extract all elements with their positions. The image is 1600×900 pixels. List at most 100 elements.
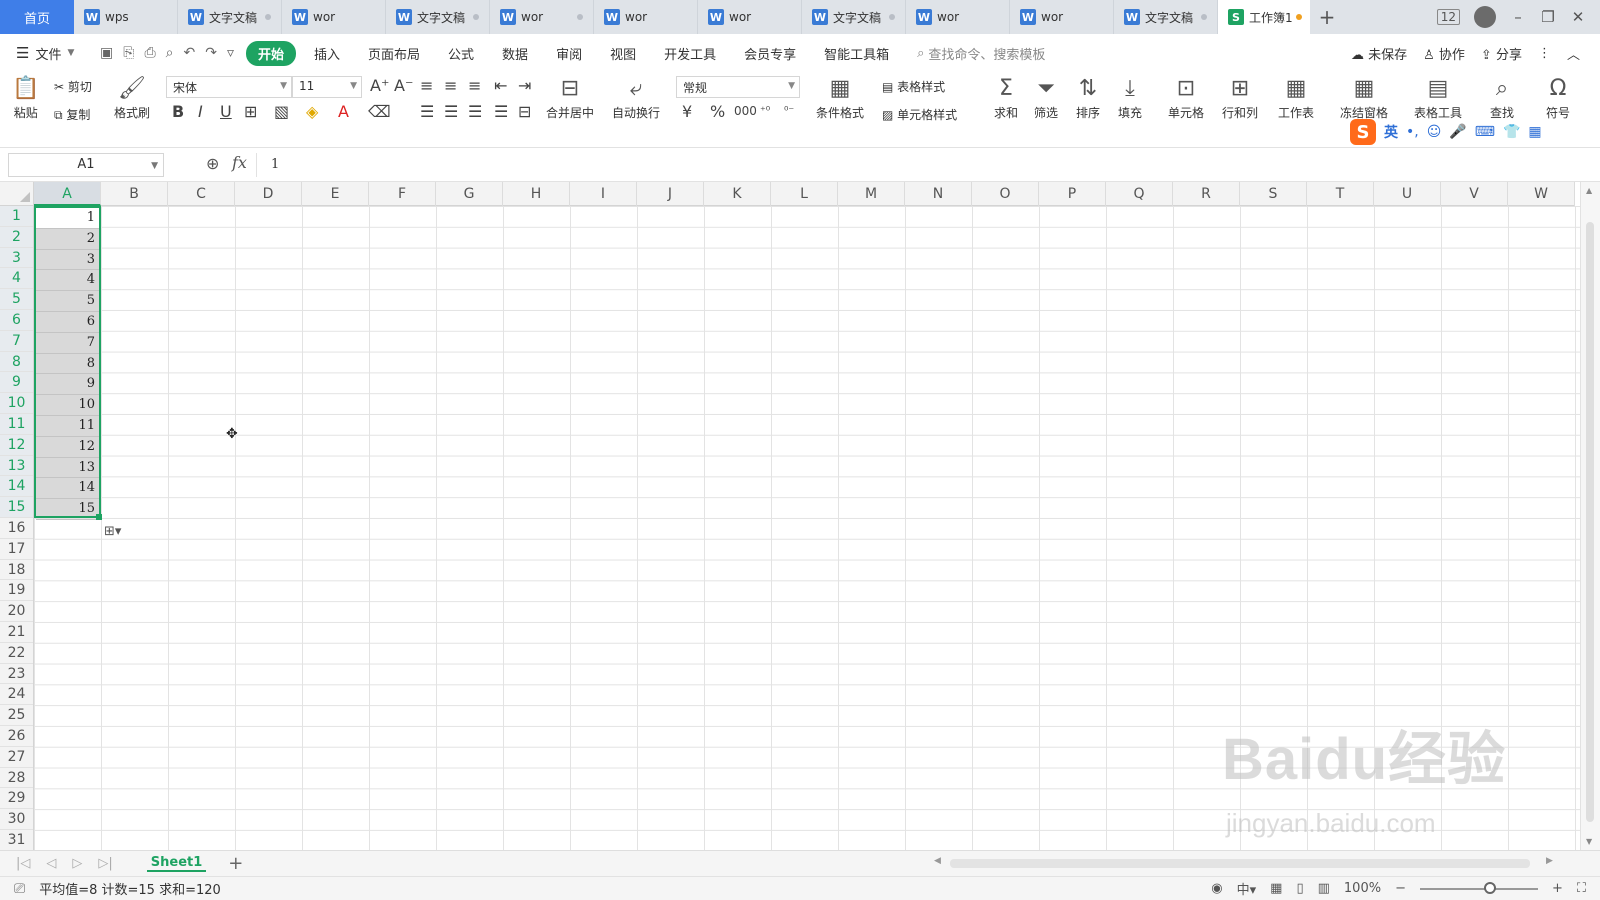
cell[interactable]: 12 [36,437,99,458]
cell[interactable]: 9 [36,374,99,396]
row-header[interactable]: 6 [0,309,33,331]
doc-tab[interactable]: Wwor [282,0,386,34]
align-right-icon[interactable]: ☰ [468,102,482,121]
formula-input[interactable]: 1 [256,153,1596,177]
row-header[interactable]: 19 [0,580,33,602]
normal-view-icon[interactable]: ▦ [1270,881,1282,896]
wrap-text-button[interactable]: ⤶ 自动换行 [612,74,660,121]
highlight-color-icon[interactable]: ◈ [306,102,318,121]
column-header[interactable]: J [637,182,704,206]
column-header[interactable]: H [503,182,570,206]
tab-developer[interactable]: 开发工具 [650,44,730,63]
cell[interactable]: 3 [36,250,99,271]
tab-smart-toolbox[interactable]: 智能工具箱 [810,44,903,63]
cell-fill-icon[interactable]: ▧ [274,102,289,121]
vertical-scrollbar[interactable]: ▲ ▼ [1580,182,1600,850]
doc-tab[interactable]: W 文字文稿 [178,0,282,34]
tab-count-badge[interactable]: 12 [1436,9,1460,25]
tab-view[interactable]: 视图 [596,44,650,63]
decrease-indent-icon[interactable]: ⇤ [494,76,507,95]
row-header[interactable]: 31 [0,830,33,850]
tab-data[interactable]: 数据 [488,44,542,63]
emoji-icon[interactable]: ☺ [1427,124,1442,140]
row-header[interactable]: 26 [0,726,33,747]
cell[interactable]: 4 [36,270,99,292]
cell[interactable]: 5 [36,291,99,312]
selected-range-a1-a15[interactable]: 1 2 3 4 5 6 7 8 9 10 11 12 13 14 15 [34,206,101,520]
column-header[interactable]: O [972,182,1039,206]
font-size-select[interactable]: 11 ▼ [292,76,362,98]
worksheet-button[interactable]: ▦ 工作表 [1278,74,1314,121]
row-header[interactable]: 8 [0,351,33,373]
cell[interactable]: 14 [36,478,99,500]
percent-icon[interactable]: % [710,102,725,121]
column-header[interactable]: M [838,182,905,206]
filter-button[interactable]: ⏷ 筛选 [1034,74,1058,121]
export-icon[interactable]: ⎘ [123,45,134,61]
border-icon[interactable]: ⊞ [244,102,257,121]
row-col-button[interactable]: ⊞ 行和列 [1222,74,1258,121]
align-middle-icon[interactable]: ≡ [444,76,457,95]
zoom-out-icon[interactable]: − [1395,881,1406,896]
cell[interactable]: 10 [36,395,99,416]
font-color-icon[interactable]: A [338,102,349,121]
conditional-format-button[interactable]: ▦ 条件格式 [816,74,864,121]
row-header[interactable]: 25 [0,705,33,726]
column-header[interactable]: C [168,182,235,206]
restore-icon[interactable]: ❐ [1540,8,1556,26]
doc-tab[interactable]: Wwor [698,0,802,34]
save-icon[interactable]: ▣ [100,45,113,61]
column-header[interactable]: B [101,182,168,206]
tab-active-workbook[interactable]: S 工作簿1 [1218,0,1310,34]
justify-icon[interactable]: ☰ [494,102,508,121]
row-header[interactable]: 9 [0,372,33,394]
decrease-font-icon[interactable]: A⁻ [394,76,413,95]
avatar[interactable] [1474,6,1496,28]
doc-tab[interactable]: Wwor [490,0,594,34]
copy-button[interactable]: ⧉ 复制 [54,106,90,123]
row-header[interactable]: 12 [0,434,33,456]
column-header[interactable]: K [704,182,771,206]
tab-review[interactable]: 审阅 [542,44,596,63]
page-break-view-icon[interactable]: ▥ [1318,881,1330,896]
italic-icon[interactable]: I [198,102,203,121]
tab-home-start[interactable]: 开始 [245,40,296,66]
align-center-icon[interactable]: ☰ [444,102,458,121]
scroll-left-icon[interactable]: ◀ [934,856,941,866]
cell[interactable]: 1 [36,208,99,229]
share-button[interactable]: ⇪ 分享 [1481,44,1522,63]
row-header[interactable]: 22 [0,643,33,664]
row-header[interactable]: 29 [0,788,33,810]
table-style-button[interactable]: ▤ 表格样式 [882,78,945,95]
fx-icon[interactable]: fx [232,153,247,172]
sort-button[interactable]: ⇅ 排序 [1076,74,1100,121]
format-painter-button[interactable]: 🖌 格式刷 [114,74,150,121]
doc-tab[interactable]: Wwor [1010,0,1114,34]
zoom-level[interactable]: 100% [1344,881,1381,896]
eye-protection-icon[interactable]: ◉ [1211,881,1222,896]
cell[interactable]: 13 [36,458,99,479]
print-preview-icon[interactable]: ⌕ [166,45,174,61]
distribute-icon[interactable]: ⊟ [518,102,531,121]
tab-page-layout[interactable]: 页面布局 [354,44,434,63]
undo-icon[interactable]: ↶ [183,45,195,61]
doc-tab[interactable]: W 文字文稿 [802,0,906,34]
cell-style-button[interactable]: ▨ 单元格样式 [882,106,957,123]
cell[interactable]: 11 [36,416,99,437]
ime-language[interactable]: 英 [1384,122,1398,142]
merge-center-button[interactable]: ⊟ 合并居中 [546,74,594,121]
column-header[interactable]: U [1374,182,1441,206]
redo-icon[interactable]: ↷ [205,45,217,61]
column-header[interactable]: S [1240,182,1307,206]
row-header[interactable]: 10 [0,393,33,414]
select-all-corner[interactable] [0,182,34,206]
column-header[interactable]: Q [1106,182,1173,206]
keyboard-icon[interactable]: ⌨ [1475,124,1495,140]
column-header[interactable]: N [905,182,972,206]
close-icon[interactable]: ✕ [1570,8,1586,26]
zoom-formula-icon[interactable]: ⊕ [206,154,219,173]
symbol-button[interactable]: Ω 符号 [1546,74,1570,121]
row-header[interactable]: 28 [0,768,33,789]
eraser-icon[interactable]: ⌫ [368,102,391,121]
collapse-ribbon-icon[interactable]: ︿ [1567,44,1580,63]
